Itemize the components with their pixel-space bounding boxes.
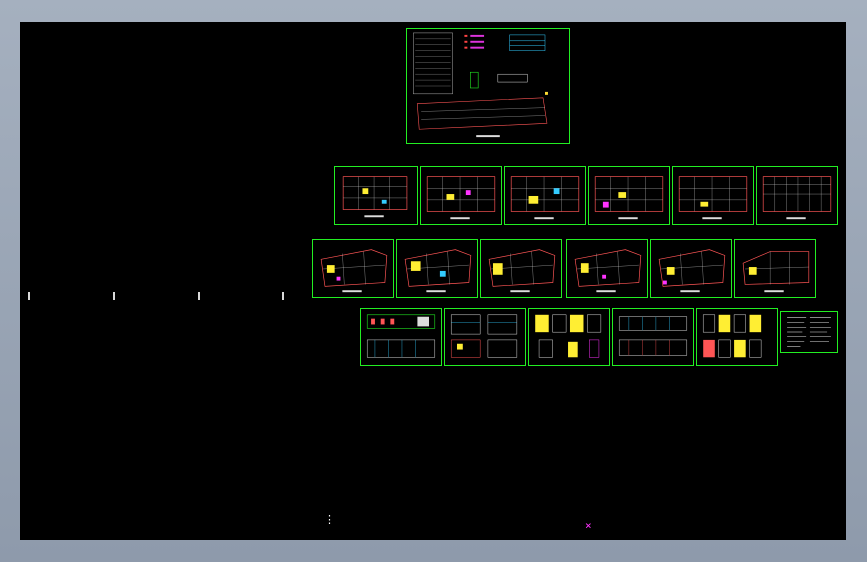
angled-plan-sheet-1[interactable] bbox=[312, 239, 394, 298]
cad-drawing-canvas[interactable]: ⋮ × bbox=[20, 22, 846, 540]
elevation-sheet-1[interactable] bbox=[360, 308, 442, 366]
angled-plan-sheet-4[interactable] bbox=[566, 239, 648, 298]
angled-plan-sheet-6[interactable] bbox=[734, 239, 816, 298]
notes-drawing bbox=[787, 317, 831, 347]
cover-sheet-drawing bbox=[413, 32, 548, 138]
angled-plan-drawing bbox=[658, 249, 726, 293]
floor-plan-drawing bbox=[678, 176, 748, 220]
detail-sheet-1[interactable] bbox=[528, 308, 610, 366]
elevation-sheet-2[interactable] bbox=[444, 308, 526, 366]
elevation-drawing bbox=[366, 314, 436, 358]
floor-plan-drawing bbox=[594, 176, 664, 220]
floor-plan-sheet-5[interactable] bbox=[672, 166, 754, 225]
magenta-point-marker: × bbox=[585, 519, 592, 532]
notes-sheet[interactable] bbox=[780, 311, 838, 353]
detail-drawing bbox=[702, 314, 762, 358]
floor-plan-sheet-3[interactable] bbox=[504, 166, 586, 225]
origin-marker: ⋮ bbox=[324, 513, 335, 526]
cover-sheet[interactable] bbox=[406, 28, 570, 144]
floor-plan-drawing bbox=[342, 176, 408, 218]
canvas-tick-mark bbox=[282, 292, 284, 300]
angled-plan-drawing bbox=[320, 249, 388, 293]
floor-plan-sheet-2[interactable] bbox=[420, 166, 502, 225]
angled-plan-sheet-5[interactable] bbox=[650, 239, 732, 298]
elevation-drawing bbox=[450, 314, 518, 358]
canvas-tick-mark bbox=[113, 292, 115, 300]
elevation-sheet-3[interactable] bbox=[612, 308, 694, 366]
angled-plan-drawing bbox=[574, 249, 642, 293]
floor-plan-drawing bbox=[762, 176, 832, 220]
elevation-drawing bbox=[618, 316, 688, 356]
canvas-tick-mark bbox=[198, 292, 200, 300]
detail-drawing bbox=[535, 314, 602, 358]
angled-plan-drawing bbox=[488, 249, 556, 293]
angled-plan-sheet-2[interactable] bbox=[396, 239, 478, 298]
floor-plan-drawing bbox=[510, 176, 580, 220]
angled-plan-sheet-3[interactable] bbox=[480, 239, 562, 298]
floor-plan-drawing bbox=[426, 176, 496, 220]
floor-plan-sheet-6[interactable] bbox=[756, 166, 838, 225]
floor-plan-sheet-1[interactable] bbox=[334, 166, 418, 225]
angled-plan-drawing bbox=[404, 249, 472, 293]
floor-plan-sheet-4[interactable] bbox=[588, 166, 670, 225]
angled-plan-drawing bbox=[742, 251, 810, 293]
detail-sheet-2[interactable] bbox=[696, 308, 778, 366]
canvas-tick-mark bbox=[28, 292, 30, 300]
